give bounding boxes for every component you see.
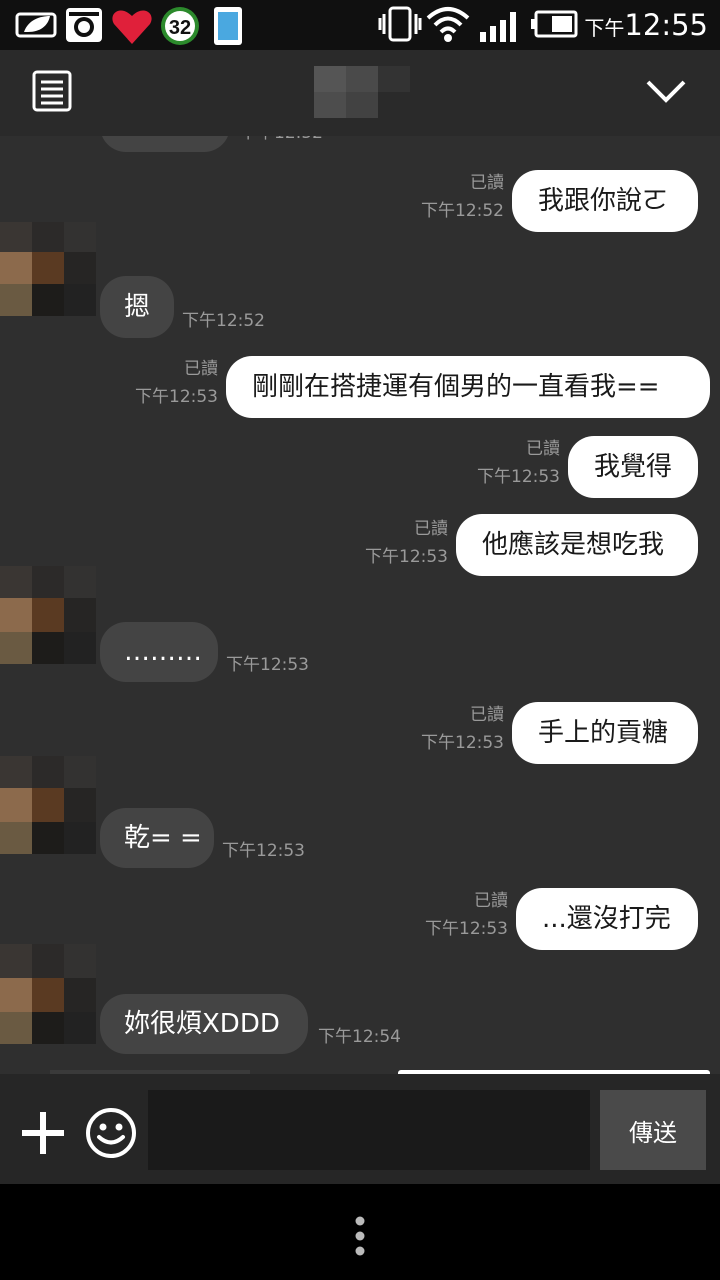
clock-ampm: 下午 xyxy=(584,16,625,40)
emoji-icon[interactable] xyxy=(84,1106,138,1160)
wifi-icon xyxy=(426,7,470,42)
message-time: 下午12:53 xyxy=(226,655,309,675)
read-receipt: 已讀 xyxy=(414,519,448,539)
message-bubble-incoming[interactable]: 乾= = xyxy=(100,808,214,868)
battery-icon xyxy=(531,10,578,38)
badge-count: 32 xyxy=(169,17,191,39)
send-button[interactable]: 傳送 xyxy=(600,1090,706,1170)
chat-message-list[interactable]: 下午12:52 已讀 下午12:52 我跟你說ㄛ 摁 下午12:52 已讀 下午… xyxy=(0,136,720,1074)
message-time: 下午12:53 xyxy=(222,841,305,861)
chevron-down-icon[interactable] xyxy=(644,74,688,108)
phone-icon xyxy=(214,7,242,45)
message-time: 下午12:53 xyxy=(365,547,448,567)
message-input[interactable] xyxy=(148,1090,590,1170)
badge-counter-icon: 32 xyxy=(161,7,199,45)
message-time: 下午12:52 xyxy=(240,136,323,144)
read-receipt: 已讀 xyxy=(526,439,560,459)
read-receipt: 已讀 xyxy=(184,359,218,379)
clock-time: 12:55 xyxy=(624,8,708,42)
message-time: 下午12:53 xyxy=(477,467,560,487)
system-nav-bar xyxy=(0,1184,720,1280)
plus-icon[interactable] xyxy=(20,1110,66,1156)
message-bubble-outgoing[interactable]: 我跟你說ㄛ xyxy=(512,170,698,232)
vibrate-icon xyxy=(378,6,422,42)
read-receipt: 已讀 xyxy=(470,173,504,193)
instagram-icon xyxy=(66,8,102,42)
read-receipt: 已讀 xyxy=(470,705,504,725)
signal-icon xyxy=(480,12,516,42)
heart-icon xyxy=(112,10,152,44)
message-input-bar: 傳送 xyxy=(0,1074,720,1184)
message-bubble-incoming[interactable]: ……… xyxy=(100,622,218,682)
message-time: 下午12:53 xyxy=(421,733,504,753)
overflow-menu-icon[interactable] xyxy=(352,1216,368,1256)
message-bubble-incoming[interactable]: 摁 xyxy=(100,276,174,338)
contact-name-pixelated xyxy=(314,66,410,118)
read-receipt: 已讀 xyxy=(474,891,508,911)
clock: 下午12:55 xyxy=(584,8,708,45)
message-bubble-partial xyxy=(100,136,230,152)
message-bubble-incoming[interactable]: 妳很煩XDDD xyxy=(100,994,308,1054)
message-bubble-outgoing[interactable]: ...還沒打完 xyxy=(516,888,698,950)
list-icon[interactable] xyxy=(31,70,73,112)
chat-header xyxy=(0,50,720,136)
status-bar: 32 下午12:55 xyxy=(0,0,720,50)
message-time: 下午12:54 xyxy=(318,1027,401,1047)
message-bubble-outgoing[interactable]: 剛剛在搭捷運有個男的一直看我== xyxy=(226,356,710,418)
message-time: 下午12:53 xyxy=(135,387,218,407)
message-bubble-outgoing[interactable]: 手上的貢糖 xyxy=(512,702,698,764)
message-time: 下午12:52 xyxy=(421,201,504,221)
message-bubble-outgoing[interactable]: 他應該是想吃我 xyxy=(456,514,698,576)
message-time: 下午12:53 xyxy=(425,919,508,939)
leaf-notification-icon xyxy=(15,12,57,38)
message-time: 下午12:52 xyxy=(182,311,265,331)
message-bubble-outgoing[interactable]: 我覺得 xyxy=(568,436,698,498)
